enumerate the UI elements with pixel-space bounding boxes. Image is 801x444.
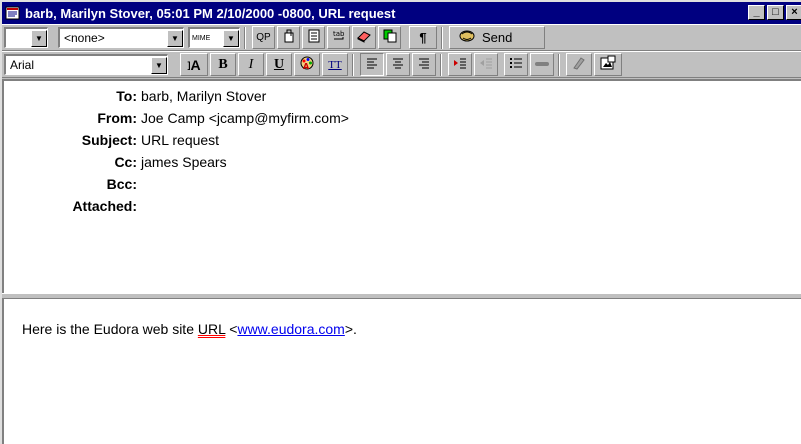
message-body[interactable]: Here is the Eudora web site URL <www.eud…	[2, 299, 801, 444]
cc-label: Cc:	[114, 154, 137, 170]
qp-label: QP	[256, 32, 271, 43]
font-dropdown[interactable]: Arial ▼	[4, 54, 168, 75]
from-row[interactable]: From: Joe Camp <jcamp@myfirm.com>	[4, 108, 349, 128]
paragraph-icon: ¶	[419, 30, 427, 45]
web-link[interactable]: www.eudora.com	[237, 321, 344, 337]
chevron-down-icon: ▼	[167, 29, 183, 47]
attached-row[interactable]: Attached:	[4, 196, 141, 216]
bcc-row[interactable]: Bcc:	[4, 174, 141, 194]
insert-picture-button[interactable]	[594, 53, 622, 76]
align-center-button[interactable]	[386, 53, 410, 76]
send-button[interactable]: Send	[449, 26, 545, 49]
body-text-start: Here is the Eudora web site	[22, 321, 198, 337]
text-color-button[interactable]: A	[294, 53, 320, 76]
bcc-label: Bcc:	[106, 176, 137, 192]
close-button[interactable]: ×	[786, 5, 801, 20]
document-icon	[307, 29, 321, 46]
show-formatting-button[interactable]: ¶	[409, 26, 437, 49]
misspelled-word[interactable]: URL	[198, 321, 226, 337]
attach-button[interactable]	[277, 26, 300, 49]
signature-dropdown[interactable]: <none> ▼	[58, 27, 184, 48]
text-as-attachment-button[interactable]	[302, 26, 325, 49]
toolbar-separator	[440, 53, 442, 76]
message-header: To: barb, Marilyn Stover From: Joe Camp …	[2, 79, 801, 293]
bold-label: B	[218, 56, 228, 72]
send-label: Send	[482, 30, 513, 45]
svg-text:tab: tab	[333, 30, 345, 38]
font-value: Arial	[10, 58, 35, 72]
bullet-list-button[interactable]	[504, 53, 528, 76]
message-text: Here is the Eudora web site URL <www.eud…	[22, 321, 357, 337]
indent-button[interactable]	[448, 53, 472, 76]
message-toolbar: ▼ <none> ▼ MIME ▼ QP tab ¶ Send	[2, 24, 801, 51]
cc-field[interactable]: james Spears	[141, 154, 227, 170]
outdent-button[interactable]	[474, 53, 498, 76]
clear-formatting-button[interactable]	[566, 53, 592, 76]
palette-icon: A	[299, 55, 315, 74]
window-title: barb, Marilyn Stover, 05:01 PM 2/10/2000…	[25, 5, 396, 21]
align-center-icon	[392, 57, 404, 72]
toolbar-separator	[244, 26, 246, 49]
keep-copy-button[interactable]	[352, 26, 376, 49]
font-size-label: A	[190, 56, 201, 73]
clear-formatting-icon	[571, 55, 587, 74]
minimize-button[interactable]: _	[748, 5, 765, 20]
priority-dropdown[interactable]: ▼	[4, 27, 48, 48]
bullet-list-icon	[509, 57, 523, 72]
teletype-label: TT	[328, 58, 342, 71]
toolbar-separator	[352, 53, 354, 76]
copy-icon	[383, 29, 397, 46]
bold-button[interactable]: B	[210, 53, 236, 76]
message-window: barb, Marilyn Stover, 05:01 PM 2/10/2000…	[0, 0, 801, 444]
title-bar[interactable]: barb, Marilyn Stover, 05:01 PM 2/10/2000…	[2, 2, 801, 24]
toolbar-separator	[558, 53, 560, 76]
italic-label: I	[248, 56, 254, 72]
body-text-middle: <	[225, 321, 238, 337]
send-icon	[458, 28, 476, 47]
horizontal-rule-button[interactable]	[530, 53, 554, 76]
chevron-down-icon: ▼	[31, 29, 47, 47]
cc-row[interactable]: Cc: james Spears	[4, 152, 227, 172]
subject-label: Subject:	[81, 132, 137, 148]
teletype-button[interactable]: TT	[322, 53, 348, 76]
underline-label: U	[273, 56, 285, 72]
to-field[interactable]: barb, Marilyn Stover	[141, 88, 266, 104]
horizontal-rule-icon	[534, 59, 550, 71]
signature-value: <none>	[64, 31, 105, 45]
attached-label: Attached:	[72, 198, 137, 214]
encoding-value: MIME	[192, 34, 211, 42]
copy-button[interactable]	[378, 26, 401, 49]
font-size-button[interactable]: ] A	[180, 53, 208, 76]
outdent-icon	[479, 57, 493, 72]
quoted-printable-button[interactable]: QP	[252, 26, 275, 49]
align-right-icon	[418, 57, 430, 72]
to-row[interactable]: To: barb, Marilyn Stover	[4, 86, 266, 106]
attachment-icon	[282, 29, 296, 46]
to-label: To:	[116, 88, 137, 104]
align-left-icon	[366, 57, 378, 72]
encoding-dropdown[interactable]: MIME ▼	[188, 27, 240, 48]
underline-button[interactable]: U	[266, 53, 292, 76]
maximize-button[interactable]: □	[767, 5, 784, 20]
eraser-icon	[356, 29, 372, 46]
subject-row[interactable]: Subject: URL request	[4, 130, 219, 150]
align-right-button[interactable]	[412, 53, 436, 76]
svg-text:A: A	[303, 62, 310, 71]
toolbar-separator	[441, 26, 443, 49]
from-field[interactable]: Joe Camp <jcamp@myfirm.com>	[141, 110, 349, 126]
body-text-end: >.	[344, 321, 357, 337]
message-icon	[5, 5, 21, 21]
chevron-down-icon: ▼	[151, 56, 167, 74]
italic-button[interactable]: I	[238, 53, 264, 76]
wrap-icon: tab	[332, 29, 346, 46]
indent-icon	[453, 57, 467, 72]
align-left-button[interactable]	[360, 53, 384, 76]
subject-field[interactable]: URL request	[141, 132, 219, 148]
word-wrap-button[interactable]: tab	[327, 26, 350, 49]
from-label: From:	[97, 110, 137, 126]
format-toolbar: Arial ▼ ] A B I U A TT	[2, 51, 801, 78]
picture-icon	[600, 55, 616, 74]
chevron-down-icon: ▼	[223, 29, 239, 47]
